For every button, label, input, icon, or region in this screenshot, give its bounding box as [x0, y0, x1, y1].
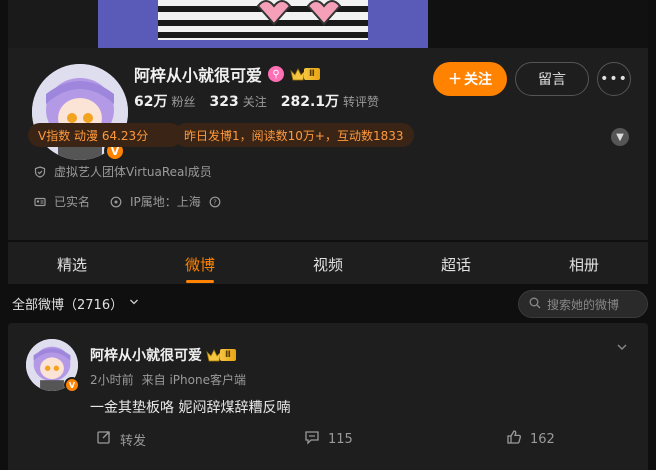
post-author-row: 阿梓从小就很可爱 Ⅱ — [90, 345, 236, 365]
svg-text:?: ? — [213, 198, 217, 206]
tab-video[interactable]: 视频 — [298, 254, 358, 275]
search-placeholder: 搜索她的微博 — [547, 297, 620, 312]
message-button[interactable]: 留言 — [515, 62, 589, 96]
repost-icon — [96, 429, 112, 449]
post-source: 来自 iPhone客户端 — [141, 373, 246, 387]
org-info-row: 虚拟艺人团体VirtuaReal成员 — [34, 163, 212, 180]
location-icon — [110, 196, 122, 208]
profile-card: V 阿梓从小就很可爱 ⚲ Ⅱ 62万 粉丝 323 关注 282.1万 转评赞 … — [8, 48, 648, 240]
post-avatar-wrap: V — [26, 339, 80, 393]
following-label[interactable]: 关注 — [243, 93, 267, 110]
profile-name-row: 阿梓从小就很可爱 ⚲ Ⅱ — [134, 62, 320, 86]
v-index-chip[interactable]: V指数 动漫 64.23分 — [28, 123, 182, 147]
post-level-label: Ⅱ — [220, 349, 236, 361]
profile-name[interactable]: 阿梓从小就很可爱 — [134, 62, 262, 86]
post-verified-badge: V — [64, 377, 80, 393]
tab-featured[interactable]: 精选 — [42, 254, 102, 275]
tab-supertopic[interactable]: 超话 — [426, 254, 486, 275]
plus-icon: ＋ — [448, 72, 462, 88]
comment-icon — [304, 429, 320, 449]
tab-album[interactable]: 相册 — [554, 254, 614, 275]
like-count: 162 — [530, 431, 555, 447]
comment-button[interactable]: 115 — [304, 429, 353, 449]
org-text[interactable]: 虚拟艺人团体VirtuaReal成员 — [54, 163, 212, 180]
chevron-down-icon[interactable]: ▼ — [611, 128, 629, 146]
repost-button[interactable]: 转发 — [96, 429, 146, 449]
post-filter-label: 全部微博（2716） — [12, 298, 124, 313]
search-icon — [529, 297, 541, 312]
post-level-badge[interactable]: Ⅱ — [206, 347, 236, 363]
identity-info-row: 已实名 IP属地：上海 ? — [34, 193, 221, 210]
post-options-chevron-icon[interactable] — [616, 341, 628, 356]
profile-banner — [8, 0, 648, 48]
active-tab-indicator — [186, 280, 214, 283]
post-card: V 阿梓从小就很可爱 Ⅱ 2小时前 来自 iPhone客户端 一金其垫板咯 妮闷… — [8, 323, 648, 470]
help-icon[interactable]: ? — [209, 196, 221, 208]
profile-tabs: 精选 微博 视频 超话 相册 — [8, 242, 648, 284]
profile-avatar-wrap: V — [28, 60, 132, 164]
comment-count: 115 — [328, 431, 353, 447]
repost-label: 转发 — [120, 433, 147, 449]
engagement-label: 转评赞 — [343, 95, 380, 109]
followers-count[interactable]: 62万 — [134, 91, 167, 111]
follow-label: 关注 — [464, 72, 492, 88]
post-filter-dropdown[interactable]: 全部微博（2716） — [12, 294, 139, 313]
post-text: 一金其垫板咯 妮闷辞煤辞糟反喃 — [90, 400, 291, 416]
follow-button[interactable]: ＋ 关注 — [433, 62, 507, 96]
pink-badge-icon[interactable]: ⚲ — [268, 66, 285, 82]
chevron-down-icon — [129, 296, 139, 311]
ip-location-text: IP属地：上海 — [130, 195, 201, 209]
like-icon — [506, 429, 522, 449]
id-card-icon — [34, 196, 46, 208]
realname-text: 已实名 — [54, 195, 91, 209]
following-count[interactable]: 323 — [210, 94, 239, 110]
profile-stats: 62万 粉丝 323 关注 282.1万 转评赞 — [134, 91, 393, 111]
post-time[interactable]: 2小时前 — [90, 371, 134, 388]
more-options-button[interactable]: ••• — [597, 62, 631, 96]
followers-label[interactable]: 粉丝 — [171, 93, 195, 110]
level-label: Ⅱ — [304, 68, 320, 80]
engagement-count: 282.1万 — [280, 94, 340, 110]
tab-weibo[interactable]: 微博 — [170, 254, 230, 275]
post-author-name[interactable]: 阿梓从小就很可爱 — [90, 345, 202, 365]
yesterday-stats-chip[interactable]: 昨日发博1，阅读数10万+，互动数1833 — [174, 123, 414, 147]
shield-icon — [34, 165, 46, 178]
like-button[interactable]: 162 — [506, 429, 555, 449]
post-meta: 2小时前 来自 iPhone客户端 — [90, 371, 246, 388]
search-input[interactable]: 搜索她的微博 — [518, 290, 648, 318]
member-level-badge[interactable]: Ⅱ — [290, 66, 320, 82]
